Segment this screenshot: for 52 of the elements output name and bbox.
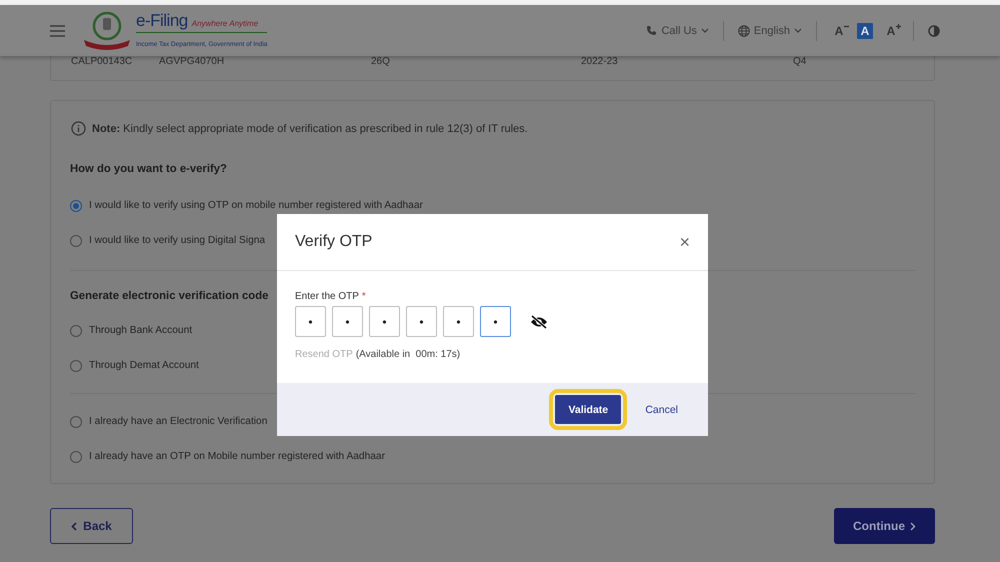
info-icon [71,121,86,136]
validate-button[interactable]: Validate [555,395,622,424]
otp-digit-field[interactable]: • [406,306,437,337]
option-label: Through Bank Account [89,325,192,336]
brand-tagline: Anywhere Anytime [192,18,258,28]
option-label: I would like to verify using Digital Signa [89,235,266,246]
plus-icon [896,24,901,28]
brand-name: e-Filing [136,10,188,30]
table-cell-text: Q4 [793,56,808,67]
menu-icon[interactable] [50,24,65,36]
otp-digit-field[interactable]: • [369,306,400,337]
otp-digit-field[interactable]: • [332,306,363,337]
close-button[interactable]: × [679,232,690,252]
font-size-button[interactable]: A [883,22,899,38]
option-label: Through Demat Account [89,360,199,371]
radio-button[interactable] [70,416,82,428]
back-button[interactable]: Back [50,508,133,544]
font-size-button[interactable]: A [831,22,847,38]
eye-off-icon[interactable] [530,314,548,328]
option-label: I would like to verify using OTP on mobile number registered with Aadhaar [89,200,423,211]
table-cell-text: 2022-23 [581,56,619,67]
table-cell-text: AGVPG4070H [159,56,226,67]
otp-label: Enter the OTP * [295,291,367,302]
table-cell-text: CALP00143C [71,56,134,67]
chevron-left-icon [71,522,78,530]
otp-digit-field[interactable]: • [295,306,326,337]
radio-button[interactable] [70,360,82,372]
cancel-button[interactable]: Cancel [645,404,678,416]
caret-icon [700,28,709,33]
section-heading: Generate electronic verification code [70,290,268,302]
otp-digit-field[interactable]: • [480,306,511,337]
phone-icon [646,25,658,36]
contrast-icon[interactable] [928,24,940,36]
radio-button[interactable] [70,324,82,336]
radio-button[interactable] [70,450,82,462]
emblem-logo-drawing [82,10,132,52]
chevron-right-icon [910,522,916,530]
radio-button[interactable] [70,200,82,212]
option-label: I already have an Electronic Verification [89,416,268,427]
caret-icon [794,28,802,33]
note-text: Note: Kindly select appropriate mode of verification as prescribed in rule 12(3) of IT rules. [92,122,528,134]
otp-digit-field[interactable]: • [443,306,474,337]
dialog-title: Verify OTP [295,233,372,251]
availability-text: (Available in 00m: 17s) [356,349,460,360]
radio-button[interactable] [70,234,82,246]
continue-button[interactable]: Continue [834,508,935,544]
globe-icon [738,24,750,36]
minus-icon [844,24,849,28]
question-heading: How do you want to e-verify? [70,163,227,175]
table-cell-text: 26Q [371,56,391,67]
option-label: I already have an OTP on Mobile number registered with Aadhaar [89,451,385,462]
font-size-button[interactable]: A [857,22,873,38]
